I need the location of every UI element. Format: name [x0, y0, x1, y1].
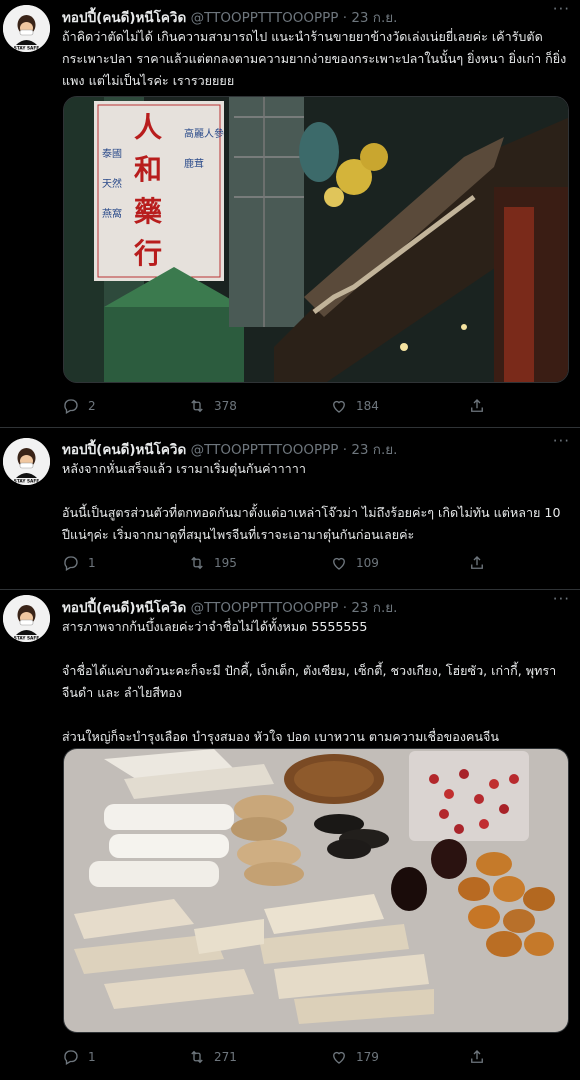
reply-count: 1 — [88, 556, 96, 570]
svg-text:藥: 藥 — [133, 195, 162, 228]
svg-text:燕窩: 燕窩 — [102, 207, 122, 220]
share-icon — [471, 1050, 483, 1063]
reply-icon — [64, 399, 78, 414]
retweet-count: 271 — [214, 1050, 237, 1064]
like-button[interactable]: 179 — [330, 1046, 379, 1068]
tweet-paragraph: หลังจากหั่นเสร็จแล้ว เรามาเริ่มตุ๋นกันค่… — [62, 461, 306, 476]
avatar[interactable]: STAY SAFE — [3, 438, 50, 485]
author-name[interactable]: ทอปปี้(คนดี)หนีโควิด — [62, 10, 186, 26]
share-icon — [471, 399, 483, 412]
avatar[interactable]: STAY SAFE — [3, 595, 50, 642]
like-button[interactable]: 109 — [330, 552, 379, 574]
tweet[interactable]: STAY SAFE ทอปปี้(คนดี)หนีโควิด @TTOOPPTT… — [0, 428, 580, 590]
separator: · — [342, 442, 348, 458]
svg-text:高麗人參: 高麗人參 — [184, 127, 224, 140]
retweet-button[interactable]: 378 — [188, 395, 237, 417]
separator: · — [342, 10, 348, 26]
retweet-button[interactable]: 271 — [188, 1046, 237, 1068]
reply-button[interactable]: 1 — [62, 552, 96, 574]
tweet-paragraph: สารภาพจากก้นบึ้งเลยค่ะว่าจำชื่อไม่ได้ทั้… — [62, 619, 368, 634]
svg-text:泰國: 泰國 — [102, 147, 122, 160]
svg-text:天然: 天然 — [102, 177, 122, 190]
retweet-icon — [191, 556, 203, 570]
svg-text:STAY SAFE: STAY SAFE — [14, 479, 40, 485]
svg-text:鹿茸: 鹿茸 — [184, 157, 204, 170]
retweet-button[interactable]: 195 — [188, 552, 237, 574]
like-button[interactable]: 184 — [330, 395, 379, 417]
reply-icon — [64, 556, 78, 571]
more-icon[interactable]: ··· — [553, 432, 570, 450]
author-handle[interactable]: @TTOOPPTTTOOOPPP — [191, 442, 339, 458]
heart-icon — [333, 400, 345, 413]
tweet-date[interactable]: 23 ก.ย. — [351, 10, 397, 26]
heart-icon — [333, 557, 345, 570]
reply-count: 2 — [88, 399, 96, 413]
svg-text:人: 人 — [134, 111, 162, 144]
herbs-photo — [64, 749, 568, 1032]
tweet-text: หลังจากหั่นเสร็จแล้ว เรามาเริ่มตุ๋นกันค่… — [62, 458, 570, 546]
avatar-image: STAY SAFE — [3, 595, 50, 642]
avatar[interactable]: STAY SAFE — [3, 5, 50, 52]
retweet-count: 195 — [214, 556, 237, 570]
share-button[interactable] — [468, 395, 486, 417]
tweet-paragraph: ถ้าคิดว่าตัดไม่ได้ เกินความสามารถไป แนะน… — [62, 29, 567, 88]
avatar-image: STAY SAFE — [3, 438, 50, 485]
svg-text:STAY SAFE: STAY SAFE — [14, 636, 40, 642]
more-icon[interactable]: ··· — [553, 590, 570, 608]
tweet-text: สารภาพจากก้นบึ้งเลยค่ะว่าจำชื่อไม่ได้ทั้… — [62, 616, 570, 748]
svg-text:和: 和 — [134, 153, 162, 186]
retweet-icon — [191, 1050, 203, 1064]
shop-sign-photo: 人 和 藥 行 高麗人參 鹿茸 泰國 天然 燕窩 — [64, 97, 568, 382]
share-icon — [471, 556, 483, 569]
reply-button[interactable]: 1 — [62, 1046, 96, 1068]
tweet-paragraph: ส่วนใหญ่ก็จะบำรุงเลือด บำรุงสมอง หัวใจ ป… — [62, 729, 499, 744]
tweet-date[interactable]: 23 ก.ย. — [351, 600, 397, 616]
tweet-date[interactable]: 23 ก.ย. — [351, 442, 397, 458]
more-icon[interactable]: ··· — [553, 0, 570, 18]
tweet-text: ถ้าคิดว่าตัดไม่ได้ เกินความสามารถไป แนะน… — [62, 26, 570, 92]
reply-button[interactable]: 2 — [62, 395, 96, 417]
author-name[interactable]: ทอปปี้(คนดี)หนีโควิด — [62, 600, 186, 616]
like-count: 109 — [356, 556, 379, 570]
tweet-paragraph: จำชื่อได้แค่บางตัวนะคะก็จะมี ปักคี้, เง็… — [62, 663, 557, 700]
tweet[interactable]: STAY SAFE ทอปปี้(คนดี)หนีโควิด @TTOOPPTT… — [0, 0, 580, 428]
reply-icon — [64, 1050, 78, 1065]
retweet-count: 378 — [214, 399, 237, 413]
tweet-image[interactable] — [63, 748, 569, 1033]
author-handle[interactable]: @TTOOPPTTTOOOPPP — [191, 600, 339, 616]
author-handle[interactable]: @TTOOPPTTTOOOPPP — [191, 10, 339, 26]
retweet-icon — [191, 399, 203, 413]
like-count: 184 — [356, 399, 379, 413]
separator: · — [342, 600, 348, 616]
like-count: 179 — [356, 1050, 379, 1064]
svg-text:STAY SAFE: STAY SAFE — [14, 46, 40, 52]
svg-text:行: 行 — [133, 237, 162, 270]
tweet-image[interactable]: 人 和 藥 行 高麗人參 鹿茸 泰國 天然 燕窩 — [63, 96, 569, 383]
author-name[interactable]: ทอปปี้(คนดี)หนีโควิด — [62, 442, 186, 458]
tweet[interactable]: STAY SAFE ทอปปี้(คนดี)หนีโควิด @TTOOPPTT… — [0, 590, 580, 1080]
tweet-paragraph: อันนี้เป็นสูตรส่วนตัวที่ตกทอดกันมาตั้งแต… — [62, 505, 561, 542]
reply-count: 1 — [88, 1050, 96, 1064]
share-button[interactable] — [468, 1046, 486, 1068]
heart-icon — [333, 1051, 345, 1064]
share-button[interactable] — [468, 552, 486, 574]
avatar-image: STAY SAFE — [3, 5, 50, 52]
